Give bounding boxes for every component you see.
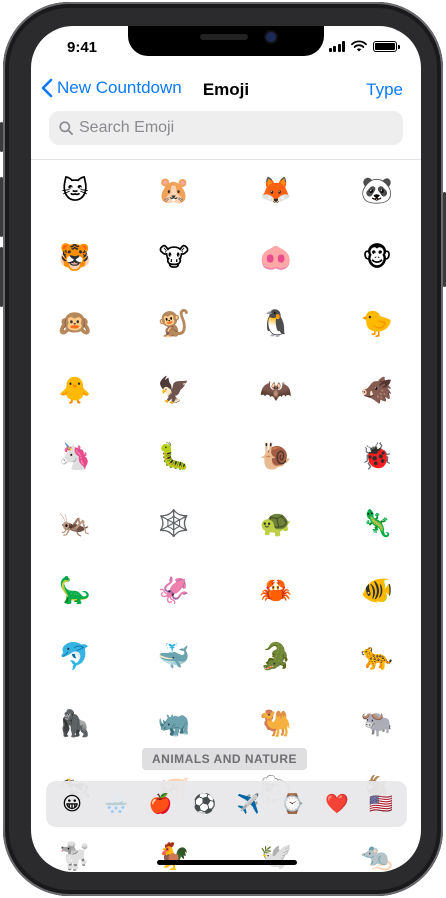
emoji-cell[interactable]: 🐓 — [150, 832, 198, 872]
emoji-cell[interactable]: 🦊 — [252, 166, 300, 214]
header-divider — [31, 159, 421, 160]
emoji-cell[interactable]: 🐯 — [51, 233, 99, 281]
screen: 9:41 New Countdown Emoji Type Search Emo… — [31, 26, 421, 872]
emoji-cell[interactable]: 🕸️ — [150, 499, 198, 547]
emoji-cell[interactable]: 🦎 — [353, 499, 401, 547]
category-activity-icon[interactable]: ⚽ — [190, 792, 218, 816]
emoji-cell[interactable]: 🐌 — [252, 432, 300, 480]
emoji-cell[interactable]: 🐵 — [353, 233, 401, 281]
chevron-left-icon — [41, 78, 53, 98]
front-camera — [266, 32, 276, 42]
emoji-cell[interactable]: 🐱 — [51, 166, 99, 214]
category-label: ANIMALS AND NATURE — [142, 748, 307, 770]
search-input[interactable] — [79, 119, 379, 137]
emoji-cell[interactable]: 🦅 — [150, 366, 198, 414]
status-icons — [328, 40, 400, 52]
emoji-cell[interactable]: 🙉 — [51, 299, 99, 347]
category-travel-places-icon[interactable]: ✈️ — [235, 792, 263, 816]
emoji-cell[interactable]: 🐩 — [51, 832, 99, 872]
wifi-icon — [351, 40, 367, 52]
emoji-cell[interactable]: 🐆 — [353, 632, 401, 680]
emoji-cell[interactable]: 🐤 — [353, 299, 401, 347]
home-indicator[interactable] — [157, 860, 297, 865]
emoji-cell[interactable]: 🐮 — [150, 233, 198, 281]
search-icon — [59, 121, 73, 135]
navigation-bar: New Countdown Emoji Type — [31, 76, 421, 104]
emoji-cell[interactable]: 🐊 — [252, 632, 300, 680]
back-button[interactable]: New Countdown — [41, 78, 182, 98]
mute-switch — [0, 122, 3, 152]
emoji-cell[interactable]: 🐞 — [353, 432, 401, 480]
back-button-label: New Countdown — [57, 78, 182, 97]
type-button[interactable]: Type — [366, 80, 403, 100]
emoji-cell[interactable]: 🐢 — [252, 499, 300, 547]
emoji-cell[interactable]: 🦗 — [51, 499, 99, 547]
category-objects-icon[interactable]: ⌚ — [279, 792, 307, 816]
emoji-cell[interactable]: 🐛 — [150, 432, 198, 480]
emoji-cell[interactable]: 🦄 — [51, 432, 99, 480]
emoji-cell[interactable]: 🦑 — [150, 566, 198, 614]
category-flags-icon[interactable]: 🇺🇸 — [367, 792, 395, 816]
search-bar[interactable] — [49, 111, 403, 145]
emoji-cell[interactable]: 🕊️ — [252, 832, 300, 872]
emoji-cell[interactable]: 🐳 — [150, 632, 198, 680]
category-bar: 😀 🌨️ 🍎 ⚽ ✈️ ⌚ ❤️ 🇺🇸 — [46, 781, 407, 827]
category-symbols-icon[interactable]: ❤️ — [323, 792, 351, 816]
volume-up-button — [0, 177, 3, 237]
emoji-cell[interactable]: 🐗 — [353, 366, 401, 414]
emoji-cell[interactable]: 🐧 — [252, 299, 300, 347]
emoji-cell[interactable]: 🐼 — [353, 166, 401, 214]
emoji-cell[interactable]: 🐬 — [51, 632, 99, 680]
emoji-cell[interactable]: 🐀 — [353, 832, 401, 872]
volume-down-button — [0, 247, 3, 307]
emoji-cell[interactable]: 🐥 — [51, 366, 99, 414]
emoji-cell[interactable]: 🦏 — [150, 699, 198, 747]
emoji-cell[interactable]: 🐒 — [150, 299, 198, 347]
emoji-cell[interactable]: 🦇 — [252, 366, 300, 414]
category-food-drink-icon[interactable]: 🍎 — [146, 792, 174, 816]
emoji-cell[interactable]: 🦍 — [51, 699, 99, 747]
category-animals-nature-icon[interactable]: 🌨️ — [102, 792, 130, 816]
phone-frame: 9:41 New Countdown Emoji Type Search Emo… — [0, 2, 446, 896]
battery-icon — [373, 40, 400, 52]
speaker-grille — [200, 34, 248, 40]
cellular-signal-icon — [328, 40, 345, 52]
emoji-cell[interactable]: 🐠 — [353, 566, 401, 614]
category-smileys-icon[interactable]: 😀 — [58, 793, 86, 816]
notch — [128, 26, 324, 56]
emoji-cell[interactable]: 🐽 — [252, 233, 300, 281]
emoji-cell[interactable]: 🐹 — [150, 166, 198, 214]
emoji-cell[interactable]: 🐫 — [252, 699, 300, 747]
status-time: 9:41 — [67, 39, 98, 56]
emoji-cell[interactable]: 🐃 — [353, 699, 401, 747]
emoji-cell[interactable]: 🦕 — [51, 566, 99, 614]
emoji-cell[interactable]: 🦀 — [252, 566, 300, 614]
